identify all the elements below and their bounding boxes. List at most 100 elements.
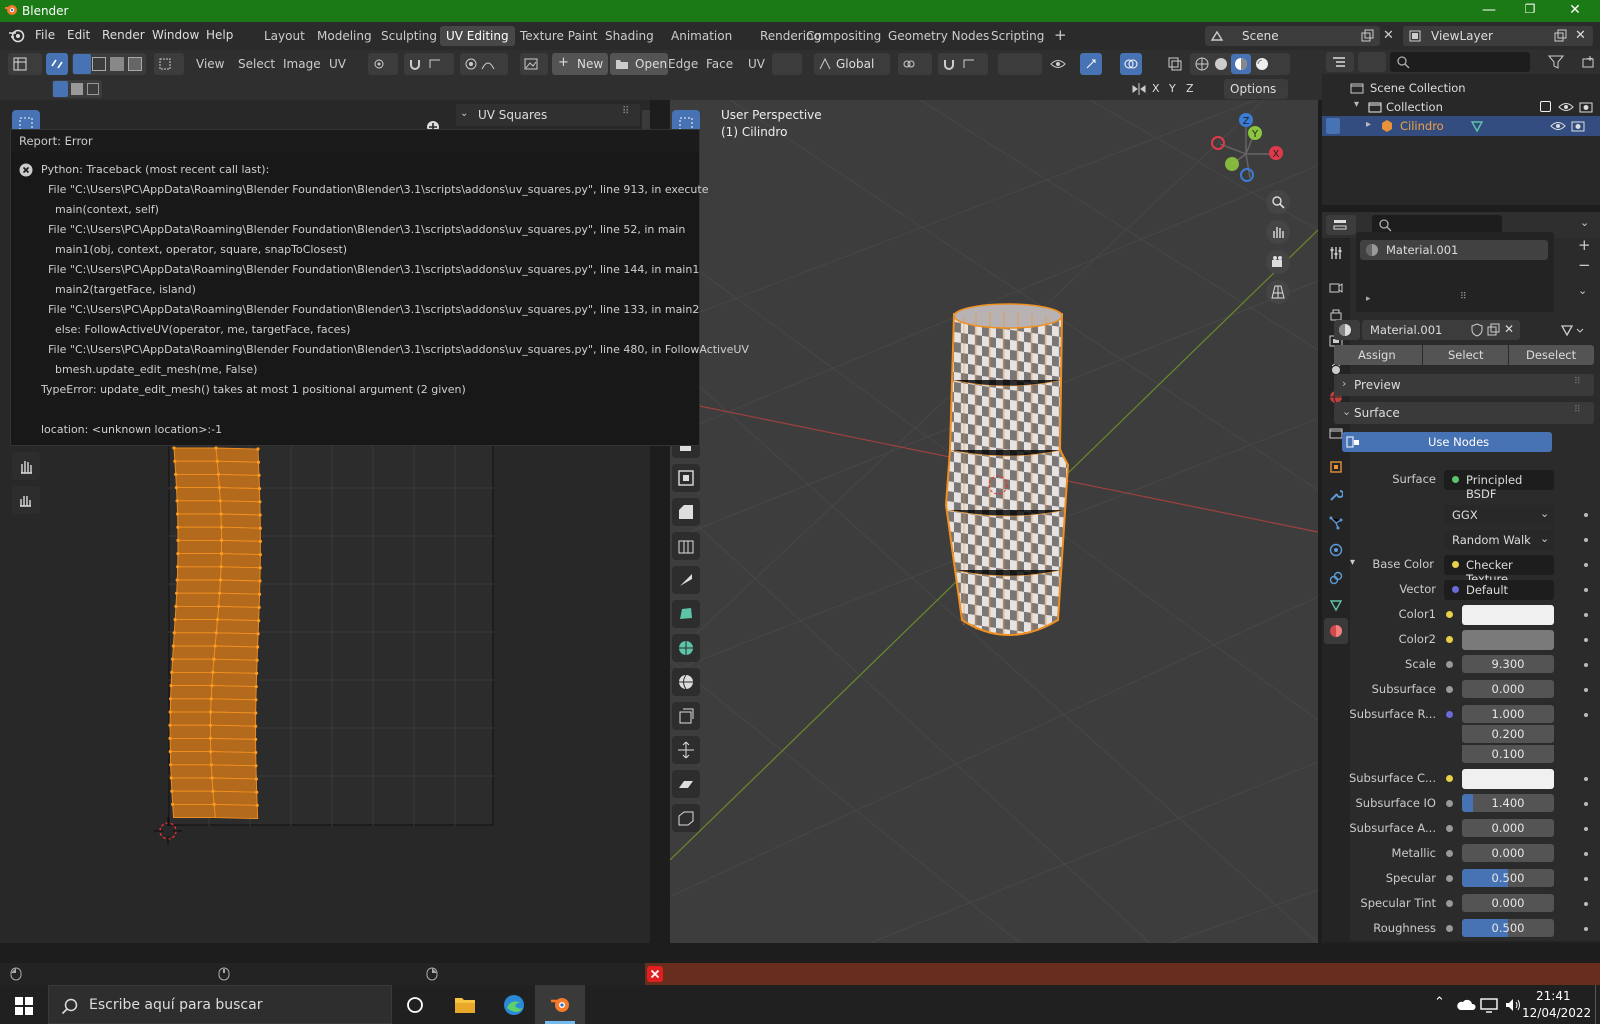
base-color-socket-field[interactable]: Checker Texture: [1444, 555, 1554, 586]
subsurface-field[interactable]: 0.000: [1462, 680, 1554, 698]
tab-uv-editing[interactable]: UV Editing: [440, 26, 515, 46]
collection-tab-icon[interactable]: [1329, 426, 1343, 440]
distribution-dropdown[interactable]: GGX ⌄: [1444, 505, 1554, 525]
knife-tool[interactable]: [672, 566, 700, 594]
selection-mode-group[interactable]: [52, 80, 102, 98]
subsurface-radius-component-field[interactable]: 1.000: [1462, 705, 1554, 723]
subsurface-radius-component-field[interactable]: 0.200: [1462, 725, 1554, 743]
metallic-keyframe-dot[interactable]: [1584, 852, 1588, 856]
uv-editor-type-button[interactable]: [8, 53, 42, 75]
menu-face[interactable]: Face: [706, 57, 733, 71]
island-select-icon[interactable]: [128, 57, 142, 71]
exclude-checkbox[interactable]: [1540, 101, 1551, 112]
tab-compositing[interactable]: Compositing: [800, 26, 887, 46]
base-color-expand-icon[interactable]: ▾: [1350, 557, 1355, 568]
scene-selector[interactable]: Scene: [1205, 26, 1380, 46]
rip-region-tool[interactable]: [672, 804, 700, 832]
object-visibility-eye-icon[interactable]: [1550, 119, 1566, 133]
close-window-button[interactable]: ✕: [1564, 2, 1586, 20]
outliner-row-collection[interactable]: ▾ Collection: [1330, 97, 1598, 117]
spin-tool[interactable]: [672, 634, 700, 662]
surface-section-header[interactable]: ⌄ Surface ⠿: [1334, 402, 1594, 424]
base-color-keyframe-dot[interactable]: [1584, 563, 1588, 567]
mesh-data-icon[interactable]: [1470, 119, 1484, 133]
subsurface-ior-keyframe-dot[interactable]: [1584, 802, 1588, 806]
shading-mode-group[interactable]: [1190, 53, 1290, 75]
color1-swatch[interactable]: [1462, 605, 1554, 625]
color2-keyframe-dot[interactable]: [1584, 638, 1588, 642]
render-tab-icon[interactable]: [1329, 280, 1343, 294]
subsurface-radius-component-field[interactable]: 0.100: [1462, 745, 1554, 763]
poly-build-tool[interactable]: [672, 600, 700, 628]
outliner-editor-type-button[interactable]: [1326, 52, 1354, 72]
clock-date[interactable]: 12/04/2022: [1522, 1006, 1591, 1020]
vector-socket-field[interactable]: Default: [1444, 580, 1554, 600]
edge-browser-icon[interactable]: [503, 994, 525, 1016]
viewlayer-selector[interactable]: ViewLayer ✕: [1403, 26, 1593, 46]
uv-2d-cursor-icon[interactable]: [150, 813, 186, 849]
taskbar-search-box[interactable]: Escribe aquí para buscar: [48, 985, 392, 1024]
collection-render-camera-icon[interactable]: [1578, 100, 1594, 114]
material-specials-chevron-icon[interactable]: ⌄: [1578, 284, 1587, 297]
taskbar-blender-app[interactable]: [535, 985, 585, 1024]
properties-editor[interactable]: ⌄ Material.001 ▸ ⠿ + − ⌄ Material.001 ✕: [1322, 212, 1600, 943]
bevel-tool[interactable]: [672, 498, 700, 526]
volume-icon[interactable]: [1504, 996, 1522, 1014]
add-workspace-button[interactable]: +: [1048, 26, 1073, 46]
distribution-keyframe-dot[interactable]: [1584, 513, 1588, 517]
material-name-field[interactable]: Material.001 ✕: [1362, 320, 1520, 340]
properties-options-chevron-icon[interactable]: ⌄: [1580, 216, 1589, 229]
snapping-group[interactable]: [404, 53, 454, 75]
modifier-wrench-icon[interactable]: [1329, 488, 1343, 502]
mirror-z-toggle[interactable]: Z: [1186, 82, 1194, 95]
transform-pivot-dropdown[interactable]: [898, 53, 932, 75]
tab-sculpting[interactable]: Sculpting: [375, 26, 443, 46]
outliner-row-cilindro[interactable]: ▸ Cilindro: [1322, 116, 1600, 136]
sync-selection-toggle[interactable]: [46, 53, 68, 75]
deselect-button[interactable]: Deselect: [1526, 348, 1576, 362]
loop-cut-tool[interactable]: [672, 532, 700, 560]
duplicate-material-icon[interactable]: [1486, 323, 1500, 337]
new-collection-button[interactable]: [1578, 52, 1598, 72]
tab-geometry-nodes[interactable]: Geometry Nodes: [882, 26, 995, 46]
add-material-slot-icon[interactable]: +: [1578, 236, 1591, 254]
remove-material-slot-icon[interactable]: −: [1578, 256, 1591, 274]
material-slot-item[interactable]: Material.001: [1360, 240, 1548, 260]
menu-help[interactable]: Help: [206, 28, 233, 42]
tool-tab-icon[interactable]: [1329, 246, 1343, 260]
specular-tint-keyframe-dot[interactable]: [1584, 902, 1588, 906]
use-nodes-button[interactable]: Use Nodes: [1342, 432, 1552, 452]
subsurface-color-keyframe-dot[interactable]: [1584, 777, 1588, 781]
viewport-proportional-group[interactable]: [998, 53, 1042, 75]
uv-grid-canvas[interactable]: [168, 440, 494, 826]
editor-mode-dropdown[interactable]: [772, 53, 802, 75]
3d-viewport[interactable]: User Perspective (1) Cilindro X Y Z: [670, 100, 1318, 943]
menu-render[interactable]: Render: [102, 28, 145, 42]
tab-layout[interactable]: Layout: [258, 26, 311, 46]
pan-button[interactable]: [1266, 220, 1290, 244]
subsurface-method-keyframe-dot[interactable]: [1584, 538, 1588, 542]
zoom-button[interactable]: [1266, 190, 1290, 214]
cylinder-mesh[interactable]: [940, 300, 1076, 645]
edge-slide-tool[interactable]: [672, 702, 700, 730]
inset-tool[interactable]: [672, 464, 700, 492]
viewport-snapping-group[interactable]: [938, 53, 988, 75]
menu-window[interactable]: Window: [152, 28, 199, 42]
menu-edge[interactable]: Edge: [668, 57, 698, 71]
roughness-field[interactable]: 0.500: [1462, 919, 1554, 937]
copy-scene-icon[interactable]: [1360, 29, 1374, 43]
subsurface-anisotropy-keyframe-dot[interactable]: [1584, 827, 1588, 831]
minimize-button[interactable]: —: [1478, 2, 1500, 20]
error-status-strip[interactable]: [645, 963, 1600, 985]
maximize-button[interactable]: ❐: [1519, 2, 1541, 20]
tab-modeling[interactable]: Modeling: [311, 26, 378, 46]
browse-material-button[interactable]: [1334, 320, 1360, 340]
subsurface-method-dropdown[interactable]: Random Walk ⌄: [1444, 530, 1554, 550]
mesh-edit-mode-icon[interactable]: [1326, 118, 1340, 134]
filter-dropdown[interactable]: [1544, 52, 1574, 72]
preview-section-header[interactable]: › Preview ⠿: [1334, 374, 1594, 396]
specular-tint-field[interactable]: 0.000: [1462, 894, 1554, 912]
unlink-material-icon[interactable]: ✕: [1504, 322, 1514, 336]
image-browse-button[interactable]: [520, 53, 548, 75]
uv-squares-panel-header[interactable]: ⌄ UV Squares ⠿: [456, 104, 640, 126]
